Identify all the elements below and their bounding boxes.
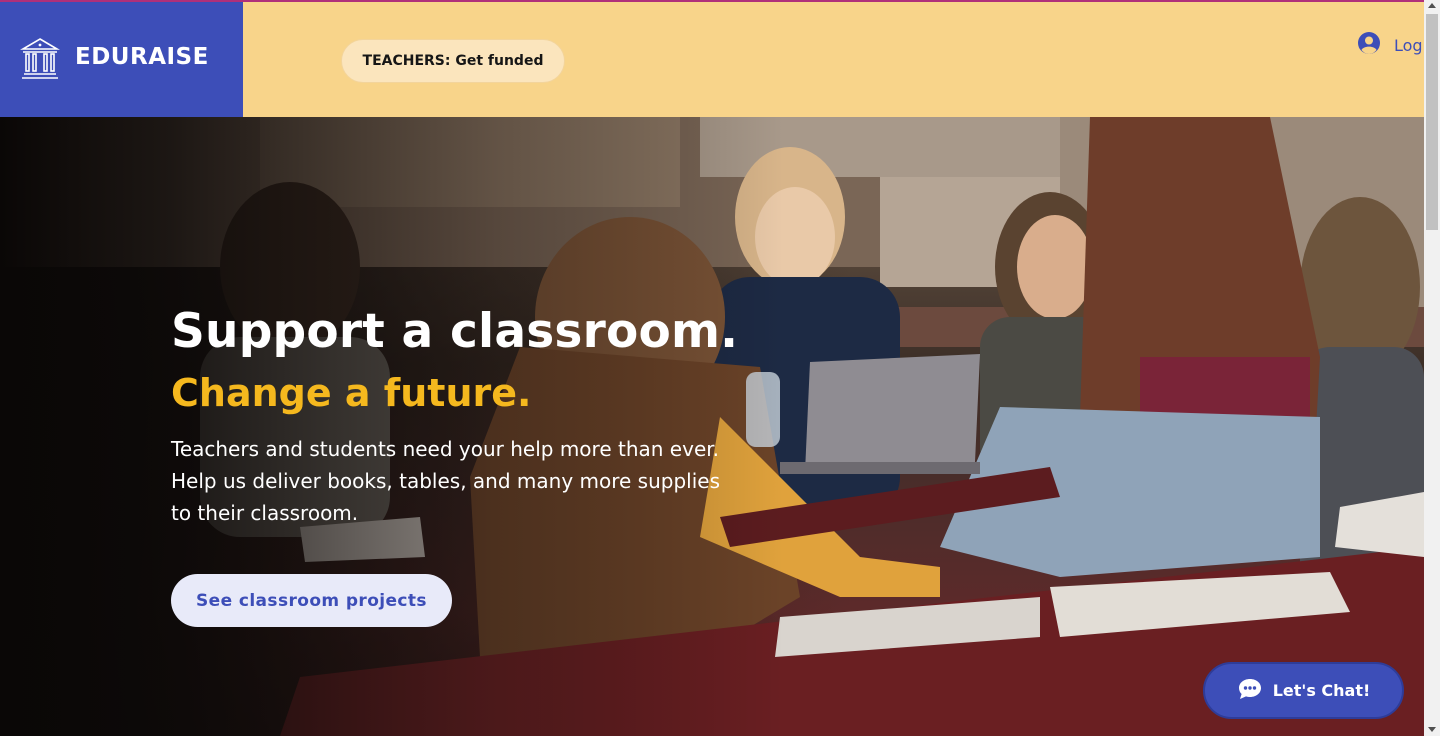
site-header: EDURAISE TEACHERS: Get funded Log — [0, 0, 1424, 117]
hero-title: Support a classroom. — [171, 304, 739, 359]
logo[interactable]: EDURAISE — [0, 0, 243, 117]
login-label: Log — [1394, 35, 1423, 55]
classical-building-icon — [20, 37, 60, 81]
user-avatar-icon — [1357, 31, 1381, 59]
hero-subtitle: Change a future. — [171, 371, 532, 415]
hero-section: Support a classroom. Change a future. Te… — [0, 117, 1424, 736]
brand-name: EDURAISE — [75, 43, 209, 70]
chat-bubble-icon — [1237, 677, 1263, 705]
scroll-up-arrow-icon[interactable] — [1428, 3, 1436, 8]
vertical-scrollbar[interactable] — [1424, 0, 1440, 736]
lets-chat-button[interactable]: Let's Chat! — [1203, 662, 1404, 719]
teachers-get-funded-button[interactable]: TEACHERS: Get funded — [341, 39, 565, 83]
login-button[interactable]: Log — [1357, 32, 1423, 58]
top-accent-line — [0, 0, 1424, 2]
chat-label: Let's Chat! — [1272, 681, 1371, 700]
see-classroom-projects-button[interactable]: See classroom projects — [171, 574, 452, 627]
scrollbar-thumb[interactable] — [1426, 14, 1438, 230]
scroll-down-arrow-icon[interactable] — [1428, 727, 1436, 732]
students-in-classroom-photo — [0, 117, 1424, 736]
hero-description: Teachers and students need your help mor… — [171, 437, 720, 525]
